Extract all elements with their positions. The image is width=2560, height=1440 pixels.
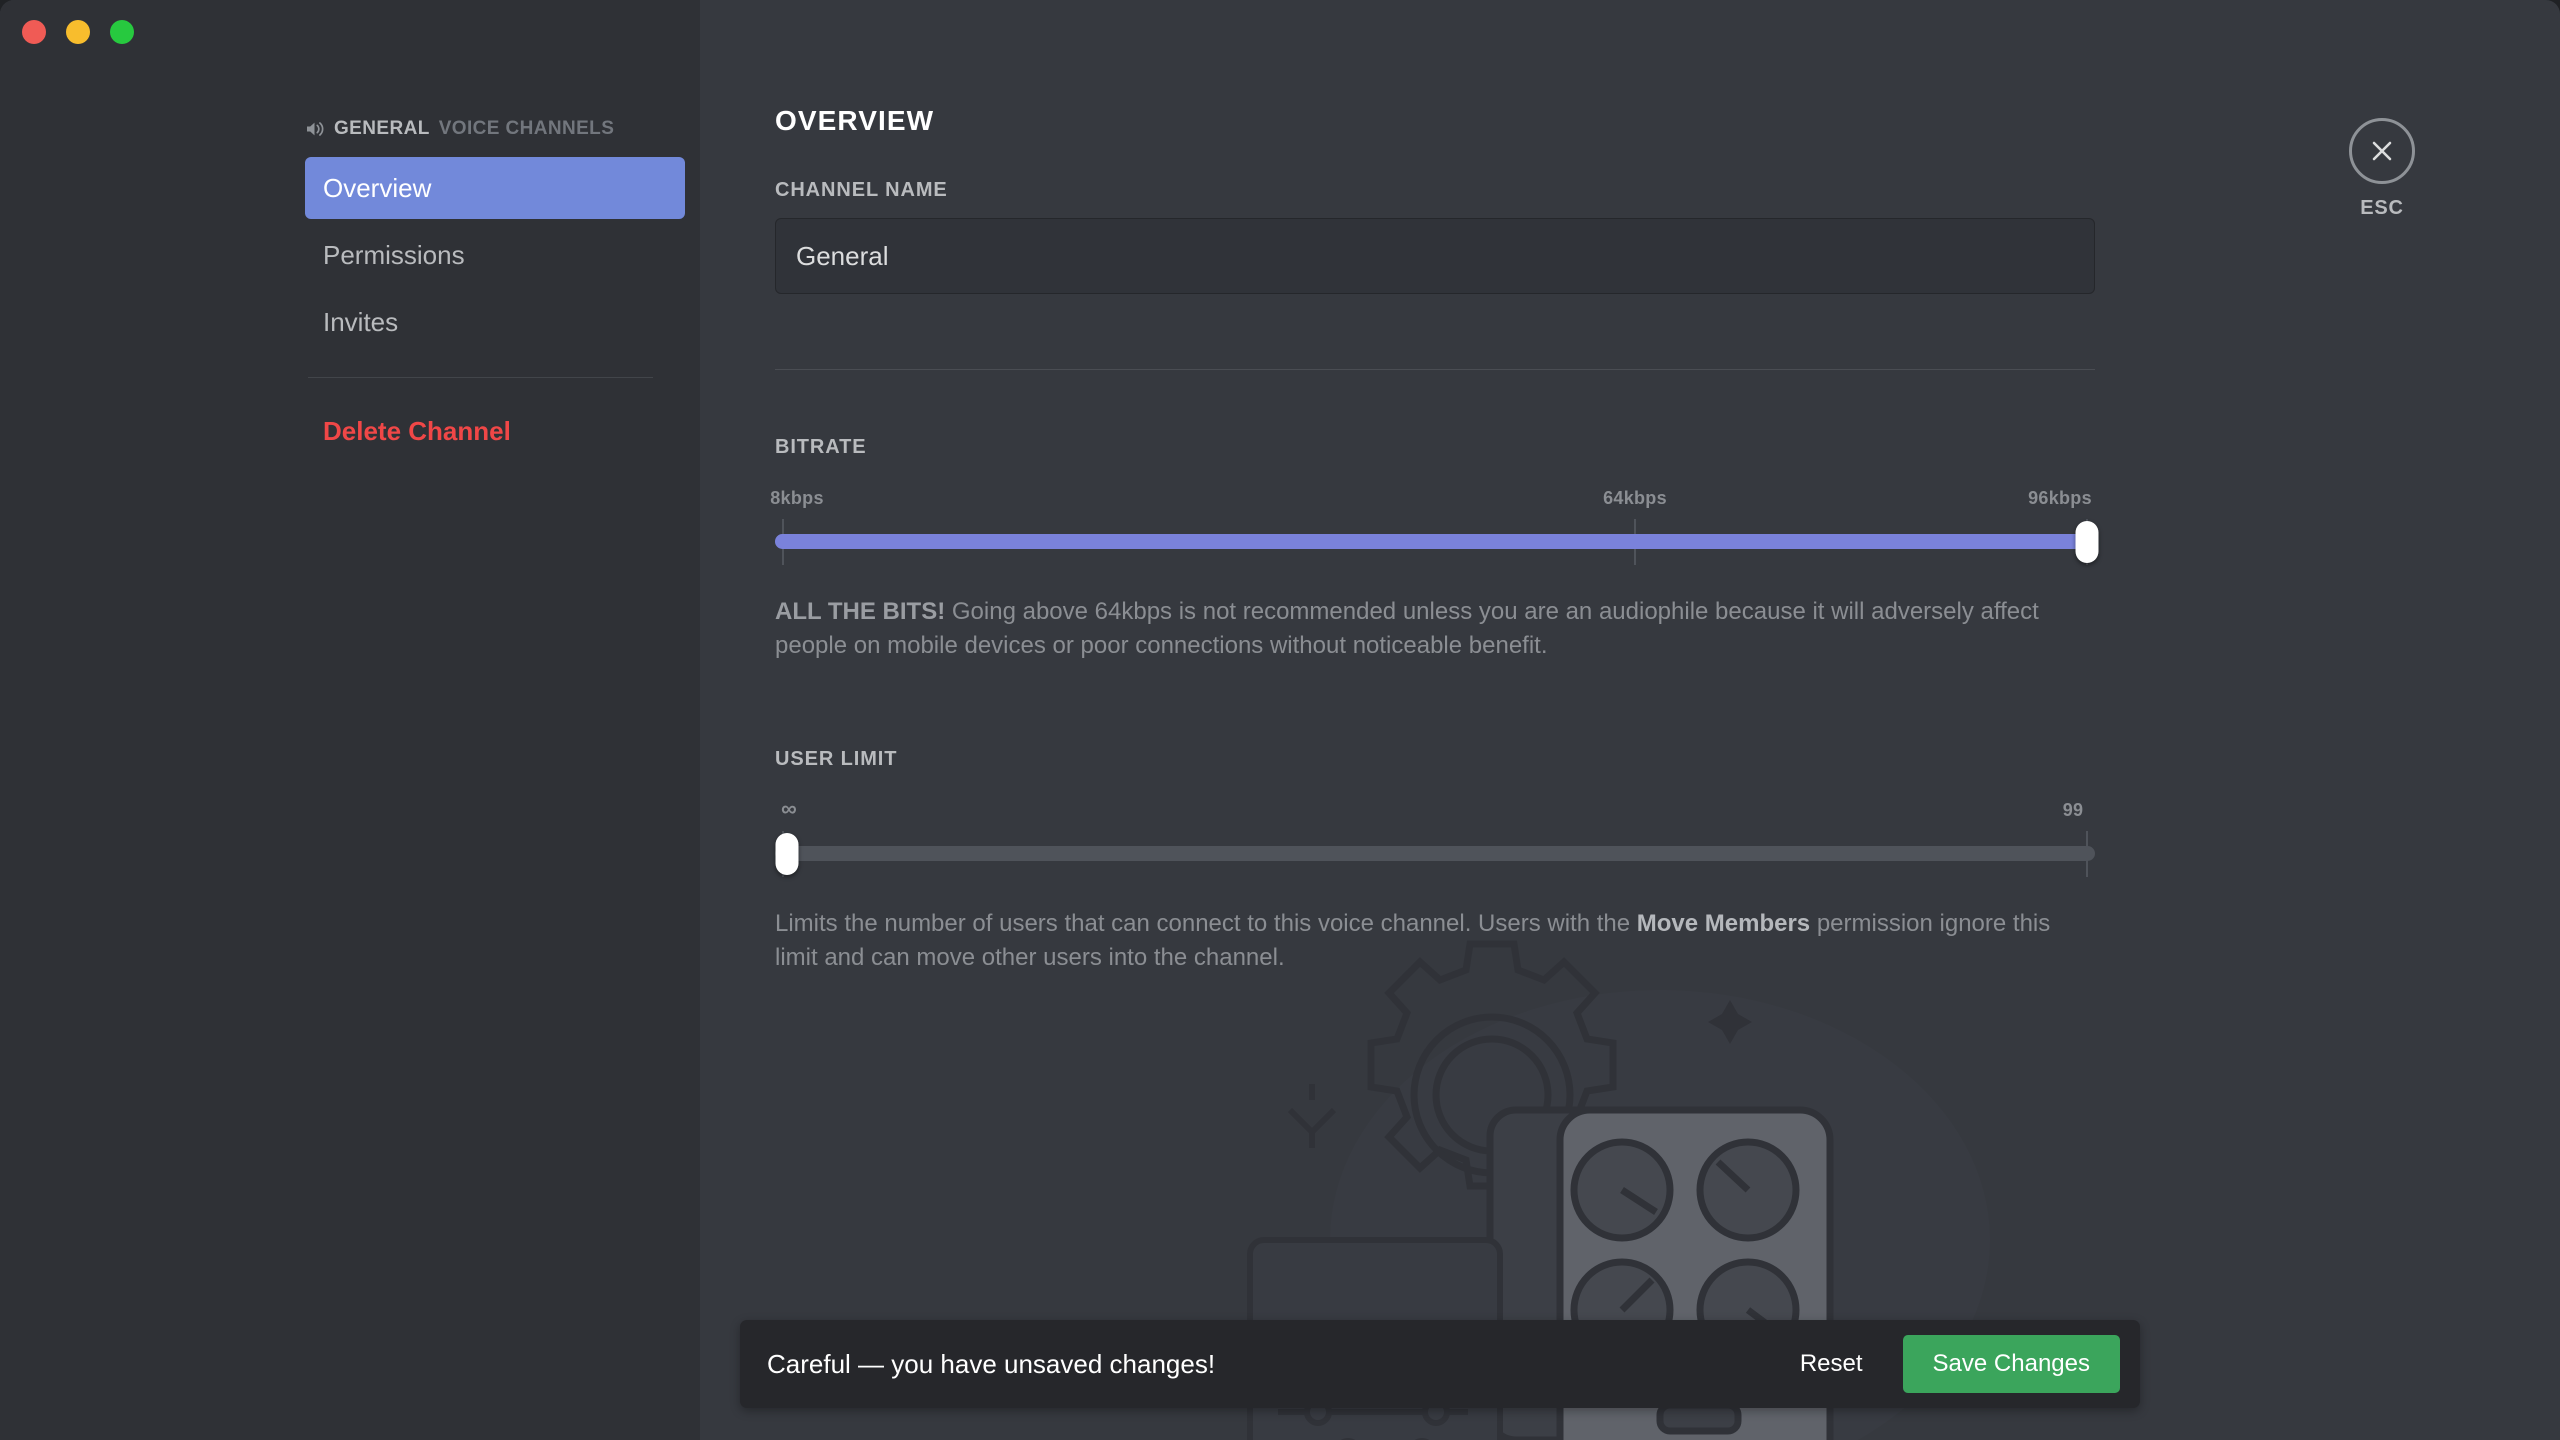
window-controls — [22, 20, 134, 44]
user-limit-helper-text: Limits the number of users that can conn… — [775, 907, 2095, 975]
window-maximize-button[interactable] — [110, 20, 134, 44]
speaker-icon — [305, 120, 325, 138]
sidebar-content: GENERAL VOICE CHANNELS Overview Permissi… — [305, 0, 685, 467]
close-icon — [2349, 118, 2415, 184]
user-limit-label: USER LIMIT — [775, 748, 898, 771]
user-limit-min-label: ∞ — [781, 796, 797, 822]
unsaved-changes-message: Careful — you have unsaved changes! — [767, 1348, 1216, 1379]
bitrate-helper-text: ALL THE BITS! Going above 64kbps is not … — [775, 595, 2095, 663]
reset-button[interactable]: Reset — [1774, 1338, 1889, 1390]
user-limit-section: USER LIMIT ∞ 99 Limits the number of use… — [775, 748, 2095, 975]
user-limit-slider[interactable] — [775, 831, 2095, 878]
bitrate-helper-lead: ALL THE BITS! — [775, 598, 946, 625]
window-minimize-button[interactable] — [66, 20, 90, 44]
sidebar-category-label: VOICE CHANNELS — [438, 118, 615, 139]
bitrate-scale: 8kbps 64kbps 96kbps — [770, 488, 2095, 512]
unsaved-changes-bar: Careful — you have unsaved changes! Rese… — [740, 1320, 2140, 1408]
user-limit-max-label: 99 — [2062, 800, 2084, 821]
bitrate-track-fill — [775, 534, 2087, 549]
channel-name-label: CHANNEL NAME — [775, 179, 948, 201]
page-title: OVERVIEW — [775, 105, 935, 136]
sidebar-item-delete-channel[interactable]: Delete Channel — [305, 400, 685, 462]
sidebar-item-label: Permissions — [323, 239, 465, 270]
sidebar-item-label: Invites — [323, 306, 399, 337]
sidebar-divider — [308, 377, 653, 378]
channel-name-input[interactable]: General — [775, 218, 2095, 294]
save-changes-button[interactable]: Save Changes — [1902, 1335, 2120, 1393]
user-limit-track — [775, 846, 2095, 862]
bitrate-label: BITRATE — [775, 436, 867, 458]
sidebar-channel-name: GENERAL — [334, 118, 430, 139]
bitrate-min-label: 8kbps — [770, 488, 824, 508]
bitrate-helper-body: Going above 64kbps is not recommended un… — [775, 598, 2039, 660]
section-divider — [775, 369, 2095, 370]
user-limit-helper-prefix: Limits the number of users that can conn… — [775, 910, 1637, 938]
bitrate-max-label: 96kbps — [2028, 488, 2092, 508]
channel-name-value: General — [796, 240, 889, 271]
sidebar-header: GENERAL VOICE CHANNELS — [305, 118, 675, 140]
close-settings-button[interactable]: ESC — [2322, 118, 2442, 220]
overview-panel: OVERVIEW CHANNEL NAME General BITRATE 8k… — [700, 0, 2099, 975]
window-close-button[interactable] — [22, 20, 46, 44]
channel-settings-window: GENERAL VOICE CHANNELS Overview Permissi… — [0, 0, 2560, 1440]
sidebar-item-label: Delete Channel — [323, 415, 511, 446]
sidebar-item-permissions[interactable]: Permissions — [305, 224, 685, 286]
bitrate-slider-thumb[interactable] — [2075, 521, 2099, 563]
sidebar-item-invites[interactable]: Invites — [305, 291, 685, 353]
bitrate-mid-label: 64kbps — [1603, 488, 1667, 508]
user-limit-scale: ∞ 99 — [775, 796, 2095, 824]
sidebar-item-overview[interactable]: Overview — [305, 157, 685, 219]
esc-label: ESC — [2360, 197, 2404, 219]
bitrate-slider[interactable] — [775, 519, 2099, 565]
settings-sidebar: GENERAL VOICE CHANNELS Overview Permissi… — [0, 0, 700, 1440]
bitrate-section: BITRATE 8kbps 64kbps 96kbps ALL THE BITS… — [770, 436, 2099, 663]
sidebar-item-label: Overview — [323, 172, 432, 203]
settings-content: OVERVIEW CHANNEL NAME General BITRATE 8k… — [700, 0, 2560, 1440]
user-limit-slider-thumb[interactable] — [775, 833, 799, 876]
user-limit-helper-bold: Move Members — [1636, 910, 1811, 938]
